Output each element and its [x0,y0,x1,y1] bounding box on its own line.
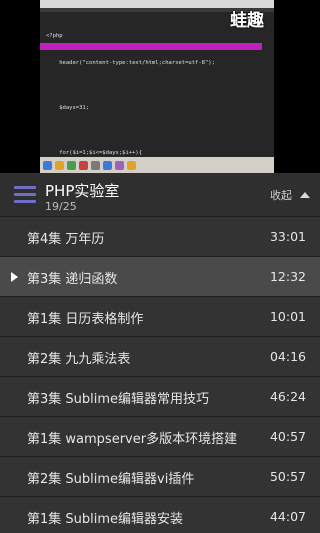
playlist-menu-icon[interactable] [14,186,36,204]
episode-title: 第1集 Sublime编辑器安装 [27,512,184,527]
episode-item[interactable]: 第3集 Sublime编辑器常用技巧 46:24 [0,377,320,417]
episode-duration: 50:57 [269,469,306,484]
course-title: PHP实验室 [45,182,120,200]
episode-item[interactable]: 第2集 九九乘法表 04:16 [0,337,320,377]
episode-duration: 46:24 [269,389,306,404]
collapse-label: 收起 [270,189,292,202]
brand-watermark: 蛙趣 [230,11,264,31]
app-root: <?php header("content-type:text/html;cha… [0,0,320,533]
code-line: $days=31; [46,105,90,111]
now-playing-icon [11,272,18,282]
desktop-taskbar [40,157,274,173]
episode-duration: 04:16 [269,349,306,364]
episode-list: 第4集 万年历 33:01 第3集 递归函数 12:32 第1集 日历表格制作 … [0,217,320,533]
video-player[interactable]: <?php header("content-type:text/html;cha… [0,0,320,173]
episode-title: 第1集 日历表格制作 [27,312,144,327]
caret-up-icon [300,192,310,198]
episode-duration: 10:01 [269,309,306,324]
episode-item[interactable]: 第4集 万年历 33:01 [0,217,320,257]
episode-title: 第2集 九九乘法表 [27,352,131,367]
code-text: <?php header("content-type:text/html;cha… [46,14,266,173]
code-line: <?php [46,33,63,39]
collapse-button[interactable]: 收起 [270,187,310,203]
episode-title: 第3集 Sublime编辑器常用技巧 [27,392,210,407]
episode-item[interactable]: 第1集 日历表格制作 10:01 [0,297,320,337]
episode-item[interactable]: 第1集 Sublime编辑器安装 44:07 [0,497,320,533]
course-header: PHP实验室 19/25 收起 [0,173,320,217]
episode-duration: 12:32 [269,269,306,284]
episode-item[interactable]: 第2集 Sublime编辑器vi插件 50:57 [0,457,320,497]
course-progress: 19/25 [45,200,77,213]
episode-duration: 44:07 [269,509,306,524]
episode-title: 第4集 万年历 [27,232,105,247]
code-line: header("content-type:text/html;charset=u… [46,60,215,66]
episode-title: 第1集 wampserver多版本环境搭建 [27,432,238,447]
episode-duration: 33:01 [269,229,306,244]
episode-title: 第2集 Sublime编辑器vi插件 [27,472,195,487]
episode-duration: 40:57 [269,429,306,444]
episode-item[interactable]: 第1集 wampserver多版本环境搭建 40:57 [0,417,320,457]
episode-item-active[interactable]: 第3集 递归函数 12:32 [0,257,320,297]
episode-title: 第3集 递归函数 [27,272,118,287]
